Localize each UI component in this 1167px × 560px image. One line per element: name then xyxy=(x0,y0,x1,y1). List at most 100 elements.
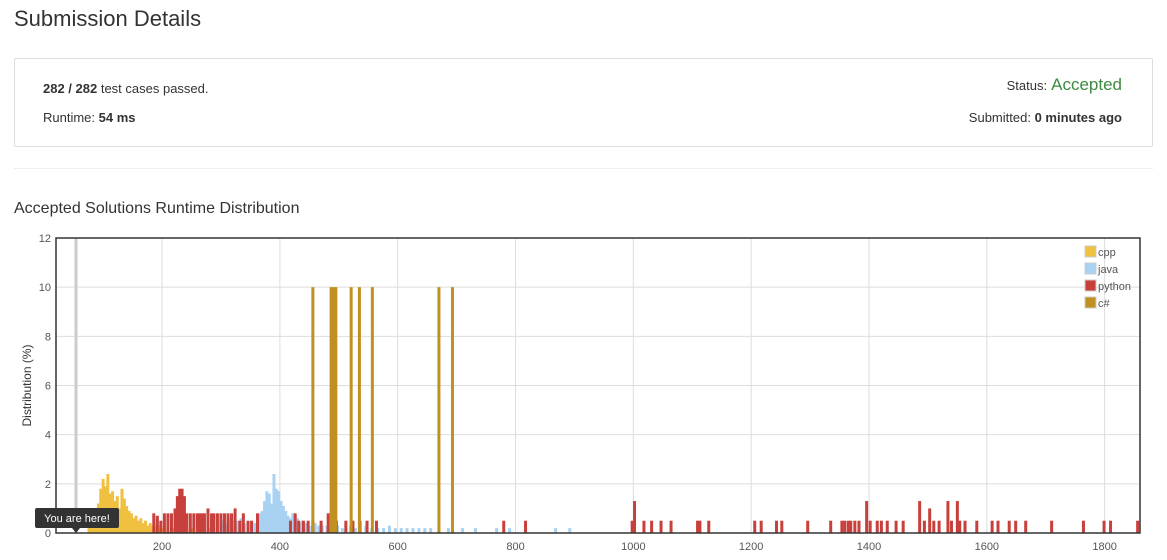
bar-csharp[interactable] xyxy=(334,287,338,533)
bar-python[interactable] xyxy=(642,520,646,533)
bar-python[interactable] xyxy=(996,520,1000,533)
bar-python[interactable] xyxy=(219,513,223,533)
bar-python[interactable] xyxy=(857,520,861,533)
legend-swatch xyxy=(1084,245,1097,258)
status-value[interactable]: Accepted xyxy=(1051,75,1122,94)
bar-python[interactable] xyxy=(829,520,833,533)
bar-python[interactable] xyxy=(215,513,219,533)
bar-python[interactable] xyxy=(840,520,844,533)
bar-python[interactable] xyxy=(222,513,226,533)
bar-python[interactable] xyxy=(853,520,857,533)
bar-python[interactable] xyxy=(918,501,922,533)
y-tick-label: 0 xyxy=(45,528,51,540)
bar-python[interactable] xyxy=(233,508,237,533)
bar-python[interactable] xyxy=(185,513,189,533)
legend-label: java xyxy=(1097,264,1119,276)
bar-python[interactable] xyxy=(1102,520,1106,533)
bar-python[interactable] xyxy=(524,520,528,533)
bar-csharp[interactable] xyxy=(437,287,441,533)
bar-python[interactable] xyxy=(879,520,883,533)
bar-python[interactable] xyxy=(1014,520,1018,533)
bar-python[interactable] xyxy=(843,520,847,533)
bar-python[interactable] xyxy=(775,520,779,533)
section-divider xyxy=(14,168,1153,169)
bar-python[interactable] xyxy=(238,520,242,533)
bar-python[interactable] xyxy=(192,513,196,533)
test-cases-count: 282 / 282 xyxy=(43,81,98,96)
bar-python[interactable] xyxy=(753,520,757,533)
bar-python[interactable] xyxy=(659,520,663,533)
bar-python[interactable] xyxy=(928,508,932,533)
bar-python[interactable] xyxy=(865,501,869,533)
bar-python[interactable] xyxy=(650,520,654,533)
bar-python[interactable] xyxy=(1136,520,1140,533)
bar-java[interactable] xyxy=(387,525,391,533)
bar-python[interactable] xyxy=(633,501,637,533)
bar-python[interactable] xyxy=(250,520,254,533)
bar-python[interactable] xyxy=(297,520,301,533)
bar-python[interactable] xyxy=(894,520,898,533)
bar-python[interactable] xyxy=(246,520,250,533)
bar-python[interactable] xyxy=(365,520,369,533)
bar-python[interactable] xyxy=(1081,520,1085,533)
submitted-line: Submitted: 0 minutes ago xyxy=(969,110,1122,125)
bar-csharp[interactable] xyxy=(311,287,315,533)
bar-python[interactable] xyxy=(326,513,330,533)
bar-csharp[interactable] xyxy=(349,287,353,533)
bar-python[interactable] xyxy=(698,520,702,533)
bar-python[interactable] xyxy=(306,520,310,533)
bar-python[interactable] xyxy=(946,501,950,533)
bar-python[interactable] xyxy=(293,513,297,533)
bar-csharp[interactable] xyxy=(357,287,361,533)
bar-python[interactable] xyxy=(226,513,230,533)
bar-python[interactable] xyxy=(188,513,192,533)
bar-python[interactable] xyxy=(1024,520,1028,533)
bar-python[interactable] xyxy=(707,520,711,533)
bar-python[interactable] xyxy=(922,520,926,533)
bar-python[interactable] xyxy=(780,520,784,533)
bar-python[interactable] xyxy=(849,520,853,533)
bar-python[interactable] xyxy=(958,520,962,533)
bar-python[interactable] xyxy=(169,513,173,533)
bar-python[interactable] xyxy=(937,520,941,533)
bar-python[interactable] xyxy=(374,520,378,533)
x-tick-label: 1600 xyxy=(975,541,999,553)
bar-python[interactable] xyxy=(1109,520,1113,533)
bar-python[interactable] xyxy=(759,520,763,533)
bar-python[interactable] xyxy=(344,520,348,533)
bar-python[interactable] xyxy=(202,513,206,533)
bar-python[interactable] xyxy=(975,520,979,533)
x-tick-label: 600 xyxy=(389,541,407,553)
bar-python[interactable] xyxy=(241,513,245,533)
legend-label: python xyxy=(1098,281,1131,293)
bar-python[interactable] xyxy=(949,520,953,533)
bar-csharp[interactable] xyxy=(370,287,374,533)
bar-python[interactable] xyxy=(669,520,673,533)
bar-python[interactable] xyxy=(288,520,292,533)
bar-python[interactable] xyxy=(212,513,216,533)
bar-python[interactable] xyxy=(162,513,166,533)
bar-python[interactable] xyxy=(868,520,872,533)
bar-python[interactable] xyxy=(155,515,159,533)
bar-python[interactable] xyxy=(159,520,163,533)
bar-python[interactable] xyxy=(1007,520,1011,533)
bar-python[interactable] xyxy=(932,520,936,533)
bar-python[interactable] xyxy=(1050,520,1054,533)
bar-python[interactable] xyxy=(885,520,889,533)
bar-python[interactable] xyxy=(901,520,905,533)
page-title: Submission Details xyxy=(14,6,202,31)
bar-python[interactable] xyxy=(152,513,156,533)
bar-python[interactable] xyxy=(963,520,967,533)
bar-python[interactable] xyxy=(806,520,810,533)
bar-python[interactable] xyxy=(255,513,259,533)
bar-python[interactable] xyxy=(319,520,323,533)
bar-python[interactable] xyxy=(502,520,506,533)
bar-python[interactable] xyxy=(206,508,210,533)
bar-python[interactable] xyxy=(301,520,305,533)
legend-swatch xyxy=(1084,279,1097,292)
bar-python[interactable] xyxy=(230,513,234,533)
bar-csharp[interactable] xyxy=(450,287,454,533)
bar-python[interactable] xyxy=(166,513,170,533)
bar-python[interactable] xyxy=(990,520,994,533)
bar-python[interactable] xyxy=(875,520,879,533)
